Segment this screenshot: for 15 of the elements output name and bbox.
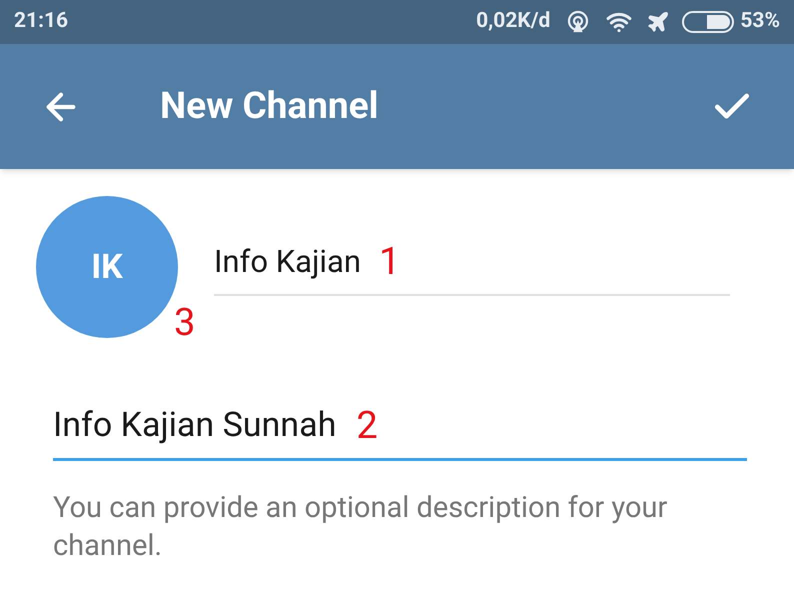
description-hint: You can provide an optional description for your channel. [53, 490, 668, 565]
description-field[interactable]: Info Kajian Sunnah 2 [53, 393, 747, 461]
avatar-initials: IK [91, 246, 123, 288]
network-speed: 0,02K/d [476, 8, 550, 36]
field-text: Info Kajian [214, 242, 361, 282]
name-field[interactable]: Info Kajian 1 [214, 234, 730, 296]
battery-percent: 53% [740, 8, 780, 36]
airplane-icon [646, 10, 670, 34]
annotation-number: 2 [356, 406, 378, 444]
annotation-number: 1 [378, 243, 400, 281]
battery-icon [682, 11, 734, 33]
hotspot-icon [566, 10, 590, 34]
screen-title: New Channel [160, 84, 380, 130]
field-text: Info Kajian Sunnah [53, 404, 336, 447]
clock: 21:16 [14, 8, 68, 36]
